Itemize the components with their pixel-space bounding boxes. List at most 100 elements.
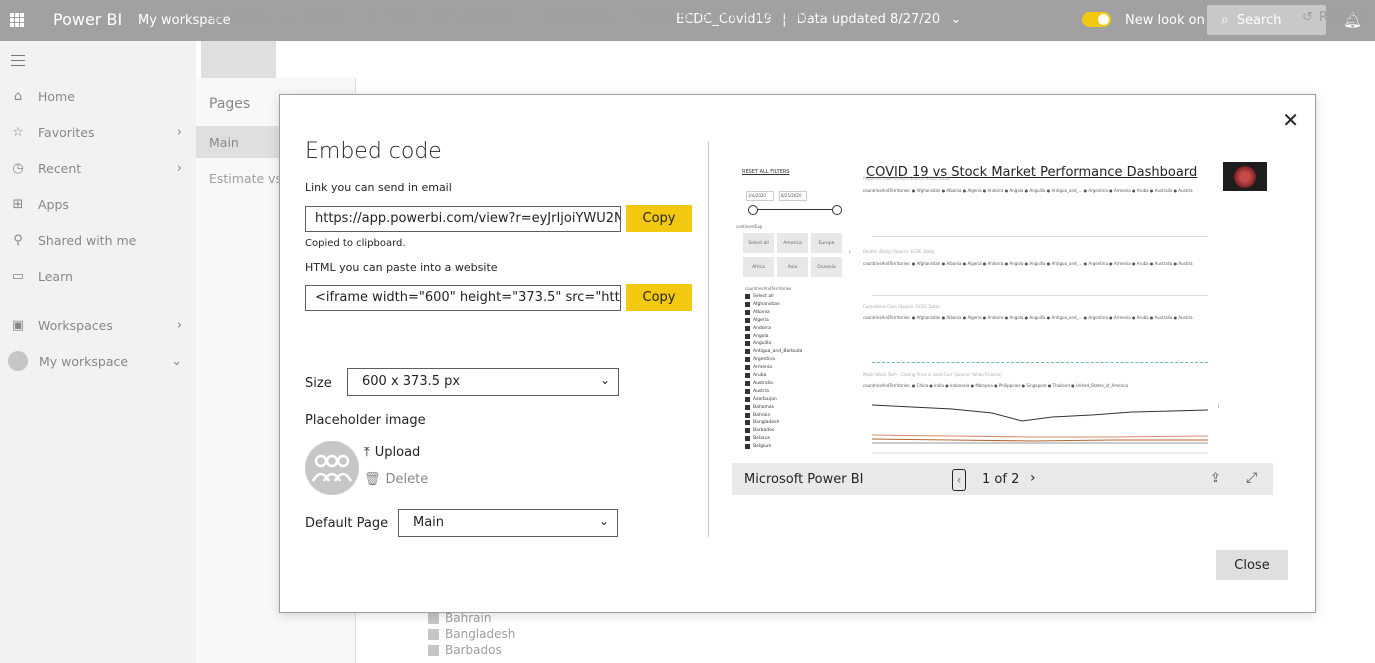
share-icon[interactable]: ⇪ [1210,471,1221,486]
checkbox-icon [745,349,750,355]
brand-name[interactable]: Power BI [53,10,122,29]
country-checkbox[interactable]: Austria [745,388,769,394]
default-page-label: Default Page [305,516,389,531]
country-checkbox[interactable]: Select all [745,294,774,299]
export-button[interactable]: ⟼ Export ⌄ [278,10,362,25]
country-label: Bangladesh [753,420,780,426]
close-icon[interactable]: ✕ [1282,108,1299,132]
nav-label: Favorites [38,124,95,140]
group-icon [311,454,353,482]
reset-label: Reset to [1318,10,1373,25]
chevron-left-icon[interactable]: ‹ [952,469,966,491]
country-checkbox[interactable]: Bahamas [745,404,774,410]
country-checkbox[interactable]: Australia [745,380,773,386]
country-checkbox[interactable]: Aruba [745,373,766,378]
fullscreen-icon[interactable]: ⤢ [1246,470,1257,486]
date-to[interactable]: 8/25/2020 [779,191,807,201]
placeholder-image-label: Placeholder image [305,413,426,428]
country-checkbox[interactable]: Antigua_and_Barbuda [745,349,802,355]
more-options-button[interactable]: ··· [822,10,834,25]
pages-panel-title: Pages [209,96,251,112]
nav-learn[interactable]: ▭ Learn [0,261,196,291]
country-label: Bahamas [753,404,774,410]
nav-shared[interactable]: ⚲ Shared with me [0,225,196,255]
star-icon: ☆ [741,10,753,25]
chevron-right-icon[interactable]: › [848,247,851,256]
daily-cases-chart [872,197,1208,237]
copy-html-button[interactable]: Copy [626,284,692,311]
chart-legend: countriesAndTerritories: ● Afghanistan ●… [863,315,1193,320]
chevron-down-icon: ⌄ [598,514,609,528]
continent-tile[interactable]: America [777,233,808,253]
share-button[interactable]: ↗ Share [367,10,421,25]
country-checkbox[interactable]: Armenia [745,365,772,371]
chevron-right-icon: › [176,160,182,176]
chart-title: Reported Case (Daily) (Source: ECDC Data… [863,176,950,181]
country-checkbox[interactable]: Albania [745,309,770,315]
chevron-right-icon: › [176,124,182,140]
country-checkbox[interactable]: Belarus [745,436,770,442]
nav-favorites[interactable]: ☆ Favorites › [0,117,196,147]
pages-button[interactable]: ▤ Pages [211,10,268,25]
nav-apps[interactable]: ⊞ Apps [0,189,196,219]
country-checkbox[interactable]: Anguilla [745,341,771,347]
size-select[interactable]: 600 x 373.5 px ⌄ [347,368,619,396]
chevron-down-icon[interactable]: ⌄ [950,12,961,27]
country-checkbox[interactable]: Angola [745,333,769,339]
nav-recent[interactable]: ◷ Recent › [0,153,196,183]
upload-button[interactable]: ⤒ Upload [364,445,420,460]
favorite-button[interactable]: ☆ Favorite [741,10,811,25]
favorite-label: Favorite [758,10,811,25]
html-code-field[interactable]: <iframe width="600" height="373.5" src="… [305,285,621,311]
default-page-select[interactable]: Main ⌄ [398,509,618,537]
country-checkbox[interactable]: Bahrain [745,412,770,418]
slider-handle[interactable] [748,205,758,215]
app-launcher-icon[interactable] [10,13,24,27]
share-teams-button[interactable]: ⊡ Share to Teams [620,10,737,25]
list-item[interactable]: Bahrain [428,611,491,625]
country-checkbox[interactable]: Belgium [745,444,771,450]
date-from[interactable]: 1/4/2020 [746,191,774,201]
trash-icon: 🗑︎ [364,472,381,487]
countries-label: countriesAndTerritories [745,286,792,291]
subscribe-button[interactable]: ✉ Subscribe [434,10,515,25]
continent-tile[interactable]: Oceania [811,257,842,277]
list-item[interactable]: Bangladesh [428,627,515,641]
hamburger-icon[interactable] [11,55,25,70]
nav-home[interactable]: ⌂ Home [0,81,196,111]
reset-button[interactable]: ↺ Reset to [1302,10,1372,25]
size-value: 600 x 373.5 px [362,374,461,389]
country-checkbox[interactable]: Andorra [745,325,771,331]
slider-handle[interactable] [832,205,842,215]
country-checkbox[interactable]: Argentina [745,357,775,363]
checkbox-icon [745,380,750,386]
new-look-toggle[interactable] [1082,12,1111,27]
country-checkbox[interactable]: Barbados [745,428,774,434]
country-checkbox[interactable]: Bangladesh [745,420,780,426]
preview-footer: Microsoft Power BI ‹ 1 of 2 › ⇪ ⤢ [732,463,1273,495]
copy-email-button[interactable]: Copy [626,205,692,232]
continent-tile[interactable]: Europe [811,233,842,253]
apps-icon: ⊞ [12,196,24,212]
share-label: Share [383,10,422,25]
checkbox-icon [745,357,750,363]
embed-preview: RESET ALL FILTERS 1/4/2020 8/25/2020 con… [732,155,1273,495]
continent-tile[interactable]: Select all [743,233,774,253]
delete-button[interactable]: 🗑︎ Delete [364,472,428,487]
chevron-right-icon[interactable]: › [1030,470,1036,486]
upload-label: Upload [374,445,421,460]
close-button[interactable]: Close [1216,550,1288,580]
list-item[interactable]: Barbados [428,643,502,657]
continent-tile[interactable]: Asia [777,257,808,277]
country-checkbox[interactable]: Algeria [745,317,769,323]
continent-tile[interactable]: Africa [743,257,774,277]
comments-button[interactable]: ▢ Comments [524,10,613,25]
date-slider[interactable] [753,209,839,210]
country-checkbox[interactable]: Azerbaijan [745,396,777,402]
country-label: Andorra [753,325,771,331]
country-checkbox[interactable]: Afghanistan [745,301,780,307]
nav-my-workspace[interactable]: My workspace ⌄ [0,346,196,376]
nav-workspaces[interactable]: ▣ Workspaces › [0,310,196,340]
email-link-field[interactable]: https://app.powerbi.com/view?r=eyJrIjoiY… [305,206,621,232]
reset-filters-link[interactable]: RESET ALL FILTERS [742,169,790,175]
